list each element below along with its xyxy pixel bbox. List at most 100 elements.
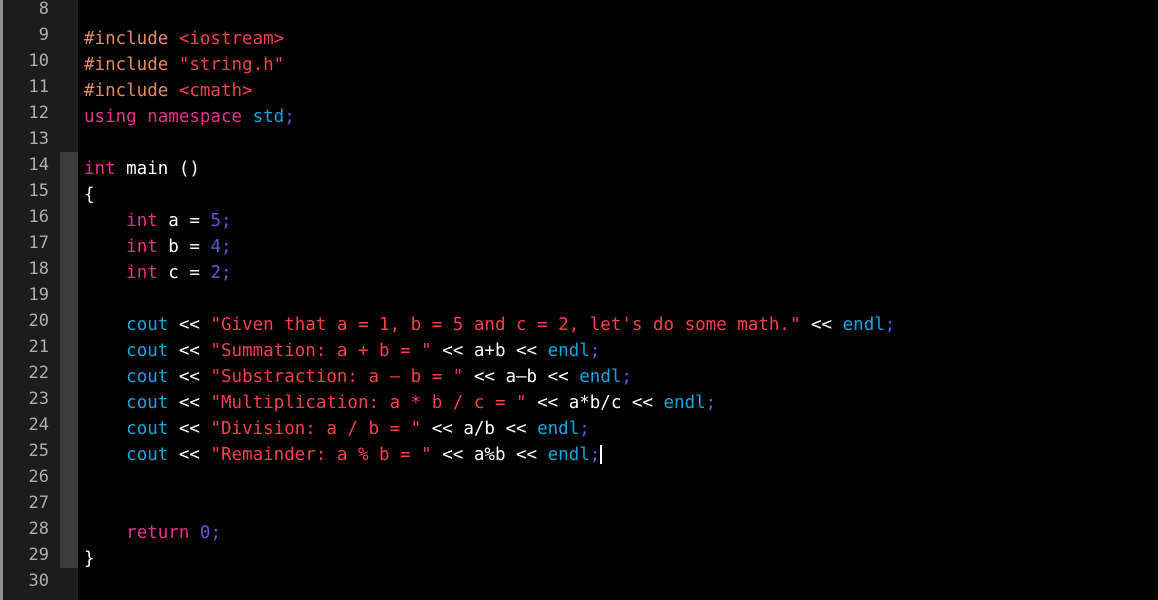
code-line[interactable]: cout << "Remainder: a % b = " << a%b << … xyxy=(78,442,1158,468)
line-number: 29 xyxy=(28,545,49,565)
code-line[interactable]: #include <cmath> xyxy=(78,78,1158,104)
line-number: 16 xyxy=(28,207,49,227)
code-token: ; xyxy=(705,393,717,413)
code-token: "Given that a = 1, b = 5 and c = 2, let'… xyxy=(210,315,801,335)
code-line[interactable]: cout << "Multiplication: a * b / c = " <… xyxy=(78,390,1158,416)
code-token: endl xyxy=(547,445,590,465)
code-token: ; xyxy=(210,523,222,543)
line-number: 14 xyxy=(28,155,49,175)
line-number: 8 xyxy=(38,0,49,19)
code-token: "Division: a / b = " xyxy=(210,419,422,439)
code-token: ; xyxy=(884,315,896,335)
code-token: cout xyxy=(126,315,169,335)
code-token: 4 xyxy=(210,237,221,257)
code-line[interactable]: return 0; xyxy=(78,520,1158,546)
line-number: 18 xyxy=(28,259,49,279)
code-token: ; xyxy=(221,211,232,231)
code-token: #include xyxy=(84,81,179,101)
code-token: "Substraction: a – b = " xyxy=(210,367,464,387)
code-token: << a%b << xyxy=(431,445,548,465)
code-token: ; xyxy=(221,263,232,283)
line-number: 19 xyxy=(28,285,49,305)
code-folding-column[interactable] xyxy=(60,0,78,600)
code-token: endl xyxy=(663,393,706,413)
code-line[interactable]: int b = 4; xyxy=(78,234,1158,260)
code-token: endl xyxy=(547,341,590,361)
code-token: return xyxy=(126,523,190,543)
line-number: 17 xyxy=(28,233,49,253)
code-token: 2 xyxy=(210,263,221,283)
code-line[interactable] xyxy=(78,0,1158,26)
code-token: using namespace xyxy=(84,107,253,127)
code-line[interactable]: { xyxy=(78,182,1158,208)
line-number: 20 xyxy=(28,311,49,331)
code-token: "Remainder: a % b = " xyxy=(210,445,432,465)
code-line[interactable] xyxy=(78,468,1158,494)
line-number: 12 xyxy=(28,103,49,123)
code-token: { xyxy=(84,185,95,205)
code-line[interactable]: cout << "Summation: a + b = " << a+b << … xyxy=(78,338,1158,364)
code-token: << xyxy=(168,341,211,361)
code-line[interactable]: #include <iostream> xyxy=(78,26,1158,52)
code-editor[interactable]: 8 9 10 11 12 13 14 15 16 17 18 19 20 21 22 23 24 25 26 27 28… xyxy=(0,0,1158,600)
code-line[interactable]: int c = 2; xyxy=(78,260,1158,286)
code-token: <iostream> xyxy=(178,29,285,49)
code-line[interactable]: cout << "Substraction: a – b = " << a–b … xyxy=(78,364,1158,390)
code-token: int xyxy=(126,211,158,231)
code-token: ; xyxy=(589,341,601,361)
code-token: main () xyxy=(115,159,200,179)
text-cursor xyxy=(600,445,603,464)
code-line[interactable]: } xyxy=(78,546,1158,572)
code-token: #include xyxy=(84,55,179,75)
code-token: ; xyxy=(284,107,295,127)
editor-gutter[interactable]: 8 9 10 11 12 13 14 15 16 17 18 19 20 21 22 23 24 25 26 27 28… xyxy=(0,0,78,600)
code-token: << xyxy=(800,315,843,335)
code-line[interactable] xyxy=(78,286,1158,312)
line-number: 28 xyxy=(28,519,49,539)
code-line[interactable]: int main () xyxy=(78,156,1158,182)
code-line[interactable]: int a = 5; xyxy=(78,208,1158,234)
code-line[interactable]: cout << "Given that a = 1, b = 5 and c =… xyxy=(78,312,1158,338)
line-number: 23 xyxy=(28,389,49,409)
code-line[interactable] xyxy=(78,130,1158,156)
line-number: 30 xyxy=(28,571,49,591)
code-content-area[interactable]: #include <iostream> #include "string.h" #i… xyxy=(78,0,1158,600)
code-token: << a–b << xyxy=(463,367,580,387)
line-number: 27 xyxy=(28,493,49,513)
code-token: cout xyxy=(126,393,169,413)
code-token: ; xyxy=(221,237,232,257)
code-token: <cmath> xyxy=(178,81,253,101)
code-token: endl xyxy=(579,367,622,387)
code-token: cout xyxy=(126,419,169,439)
code-line[interactable] xyxy=(78,572,1158,598)
line-number: 15 xyxy=(28,181,49,201)
code-token: ; xyxy=(589,445,601,465)
code-token: c = xyxy=(157,263,211,283)
code-line[interactable]: cout << "Division: a / b = " << a/b << e… xyxy=(78,416,1158,442)
code-token: << xyxy=(168,367,211,387)
code-line[interactable]: #include "string.h" xyxy=(78,52,1158,78)
code-token: << xyxy=(168,445,211,465)
code-token: endl xyxy=(842,315,885,335)
window-edge-strip xyxy=(0,0,3,600)
code-token: cout xyxy=(126,341,169,361)
fold-region-indicator[interactable] xyxy=(60,152,78,568)
line-number: 22 xyxy=(28,363,49,383)
line-number: 13 xyxy=(28,129,49,149)
line-number: 10 xyxy=(28,51,49,71)
code-token: b = xyxy=(157,237,211,257)
code-token: "string.h" xyxy=(178,55,285,75)
code-token: cout xyxy=(126,367,169,387)
code-line[interactable] xyxy=(78,494,1158,520)
code-token: "Multiplication: a * b / c = " xyxy=(210,393,527,413)
code-line[interactable]: using namespace std; xyxy=(78,104,1158,130)
